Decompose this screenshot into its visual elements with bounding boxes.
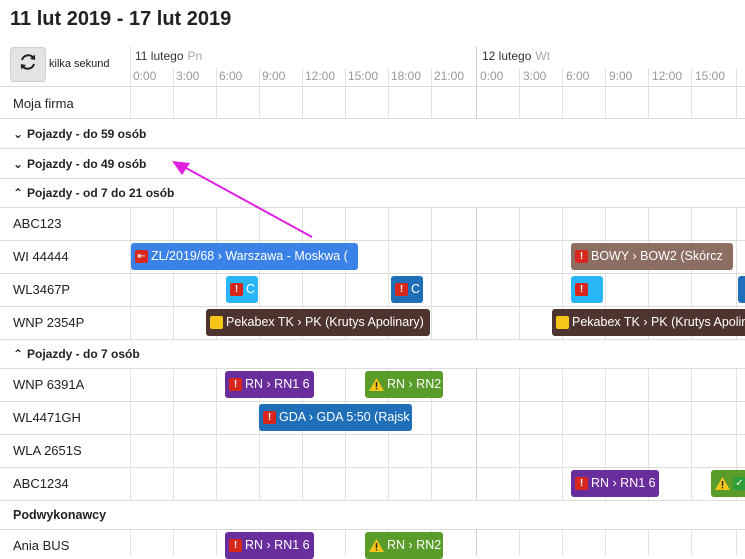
- annotation-arrow: [172, 161, 313, 238]
